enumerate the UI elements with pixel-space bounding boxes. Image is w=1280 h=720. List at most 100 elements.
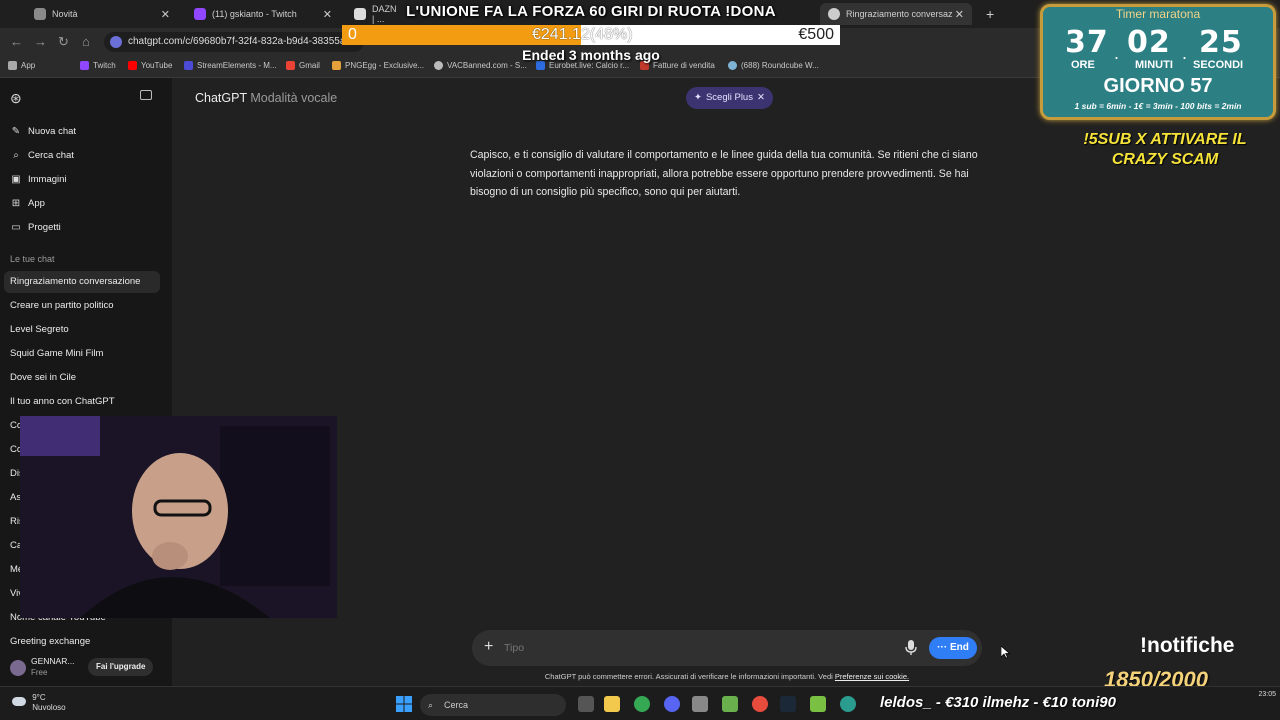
app-icon[interactable] bbox=[692, 696, 708, 712]
bookmark-apps[interactable]: App bbox=[8, 61, 35, 70]
goal-title: L'UNIONE FA LA FORZA 60 GIRI DI RUOTA !D… bbox=[406, 3, 776, 20]
sidebar-item-search-chat[interactable]: ⌕ Cerca chat bbox=[10, 150, 74, 161]
search-icon: ⌕ bbox=[13, 150, 19, 161]
chat-item[interactable]: Ringraziamento conversazione bbox=[4, 271, 160, 293]
chat-item[interactable]: Creare un partito politico bbox=[10, 300, 114, 311]
sidebar-item-images[interactable]: ▣ Immagini bbox=[10, 174, 67, 185]
twitch-icon bbox=[80, 61, 89, 70]
sidebar-item-label: Cerca chat bbox=[28, 150, 74, 161]
timer-seconds: 25 bbox=[1199, 25, 1243, 60]
upgrade-button[interactable]: Fai l'upgrade bbox=[88, 658, 154, 676]
back-icon[interactable]: ← bbox=[10, 34, 23, 49]
close-tab-icon[interactable]: ✕ bbox=[955, 8, 964, 21]
reload-icon[interactable]: ↻ bbox=[58, 34, 69, 50]
close-tab-icon[interactable]: ✕ bbox=[161, 8, 170, 21]
app-icon[interactable] bbox=[840, 696, 856, 712]
taskbar-search[interactable]: ⌕ Cerca bbox=[420, 694, 566, 716]
choose-plus-label: Scegli Plus bbox=[705, 92, 753, 103]
sidebar-item-label: Immagini bbox=[28, 174, 67, 185]
chrome-icon[interactable] bbox=[634, 696, 650, 712]
sidebar-item-projects[interactable]: ▭ Progetti bbox=[10, 222, 61, 233]
microphone-icon[interactable] bbox=[905, 640, 917, 656]
bookmark-twitch[interactable]: Twitch bbox=[80, 61, 116, 70]
sidebar-item-label: App bbox=[28, 198, 45, 209]
openai-logo-icon[interactable]: ⊛ bbox=[10, 90, 22, 107]
close-icon[interactable]: ✕ bbox=[757, 87, 765, 109]
steam-icon[interactable] bbox=[780, 696, 796, 712]
bookmark-gmail[interactable]: Gmail bbox=[286, 61, 320, 70]
prompt-input[interactable] bbox=[504, 639, 884, 657]
twitch-icon bbox=[194, 8, 206, 20]
weather-widget[interactable]: 9°C Nuvoloso bbox=[12, 693, 66, 713]
close-tab-icon[interactable]: ✕ bbox=[323, 8, 332, 21]
weather-condition: Nuvoloso bbox=[32, 703, 66, 712]
streamer-webcam-image bbox=[20, 416, 337, 618]
chat-item[interactable]: Level Segreto bbox=[10, 324, 69, 335]
sidebar-item-label: Nuova chat bbox=[28, 126, 77, 137]
search-icon: ⌕ bbox=[428, 700, 434, 710]
file-explorer-icon[interactable] bbox=[604, 696, 620, 712]
url-field[interactable]: chatgpt.com/c/69680b7f-32f4-832a-b9d4-38… bbox=[104, 32, 364, 52]
model-mode: Modalità vocale bbox=[250, 91, 338, 105]
notifications-command: !notifiche bbox=[1140, 634, 1235, 657]
model-name: ChatGPT bbox=[195, 91, 247, 105]
clock[interactable]: 23:05 bbox=[1258, 691, 1276, 698]
avatar[interactable] bbox=[10, 660, 26, 676]
composer: + ··· End bbox=[472, 630, 982, 666]
bookmark-streamelements[interactable]: StreamElements - M... bbox=[184, 61, 277, 70]
tab-chatgpt[interactable]: Ringraziamento conversaz ✕ bbox=[820, 3, 972, 25]
bookmark-label: Gmail bbox=[299, 61, 320, 70]
cookie-preferences-link[interactable]: Preferenze sui cookie. bbox=[835, 672, 909, 681]
chat-item[interactable]: Dove sei in Cile bbox=[10, 372, 76, 383]
tab-novita[interactable]: Novità ✕ bbox=[26, 3, 178, 25]
chat-item[interactable]: Greeting exchange bbox=[10, 636, 90, 647]
model-selector[interactable]: ChatGPT Modalità vocale bbox=[195, 91, 337, 105]
add-attachment-icon[interactable]: + bbox=[484, 638, 493, 656]
chat-header: ChatGPT Modalità vocale ✦ Scegli Plus ✕ bbox=[172, 78, 1040, 118]
goal-end-value: €500 bbox=[798, 26, 834, 43]
forward-icon[interactable]: → bbox=[34, 34, 47, 49]
sidebar-item-apps[interactable]: ⊞ App bbox=[10, 198, 45, 209]
timer-title: Timer maratona bbox=[1115, 7, 1201, 21]
choose-plus-button[interactable]: ✦ Scegli Plus ✕ bbox=[686, 87, 773, 109]
end-voice-button[interactable]: ··· End bbox=[929, 637, 977, 659]
sidebar-item-label: Progetti bbox=[28, 222, 61, 233]
home-icon[interactable]: ⌂ bbox=[82, 34, 90, 49]
assistant-message: Capisco, e ti consiglio di valutare il c… bbox=[470, 149, 978, 198]
chat-item[interactable]: Il tuo anno con ChatGPT bbox=[10, 396, 115, 407]
sidebar-item-new-chat[interactable]: ✎ Nuova chat bbox=[10, 126, 76, 137]
dots-icon: ··· bbox=[937, 642, 950, 653]
bookmark-youtube[interactable]: YouTube bbox=[128, 61, 172, 70]
app-icon[interactable] bbox=[752, 696, 768, 712]
chats-section-label: Le tue chat bbox=[10, 254, 55, 264]
url-text: chatgpt.com/c/69680b7f-32f4-832a-b9d4-38… bbox=[128, 36, 351, 47]
bookmark-label: YouTube bbox=[141, 61, 173, 70]
timer-day: GIORNO 57 bbox=[1103, 75, 1213, 97]
toggle-sidebar-icon[interactable] bbox=[140, 90, 152, 100]
new-tab-button[interactable]: + bbox=[978, 3, 1000, 25]
timer-separator: . bbox=[1114, 43, 1120, 63]
donation-ticker: leldos_ - €310 ilmehz - €10 toni90 bbox=[880, 694, 1116, 711]
apps-grid-icon bbox=[8, 61, 17, 70]
goal-current-value: €241.12(48%) bbox=[532, 26, 633, 43]
image-icon: ▣ bbox=[11, 174, 21, 185]
bookmark-label: StreamElements - M... bbox=[197, 61, 277, 70]
goal-progress-bar: 0 €241.12(48%) €500 bbox=[342, 25, 840, 45]
timer-hours: 37 bbox=[1065, 25, 1109, 60]
goal-start-value: 0 bbox=[348, 26, 357, 43]
cloud-icon bbox=[12, 697, 26, 706]
site-info-icon[interactable] bbox=[110, 36, 122, 48]
user-name[interactable]: GENNAR... bbox=[31, 656, 74, 666]
grid-icon: ⊞ bbox=[11, 198, 21, 209]
windows-start-icon[interactable] bbox=[396, 696, 412, 712]
donation-goal-overlay: L'UNIONE FA LA FORZA 60 GIRI DI RUOTA !D… bbox=[342, 0, 840, 64]
chat-item[interactable]: Squid Game Mini Film bbox=[10, 348, 103, 359]
timer-hours-label: ORE bbox=[1071, 59, 1095, 71]
app-icon[interactable] bbox=[810, 696, 826, 712]
task-view-icon[interactable] bbox=[578, 696, 594, 712]
tab-favicon-icon bbox=[34, 8, 46, 20]
user-plan: Free bbox=[31, 668, 48, 677]
tab-twitch[interactable]: (11) gskianto - Twitch ✕ bbox=[186, 3, 340, 25]
app-icon[interactable] bbox=[722, 696, 738, 712]
discord-icon[interactable] bbox=[664, 696, 680, 712]
